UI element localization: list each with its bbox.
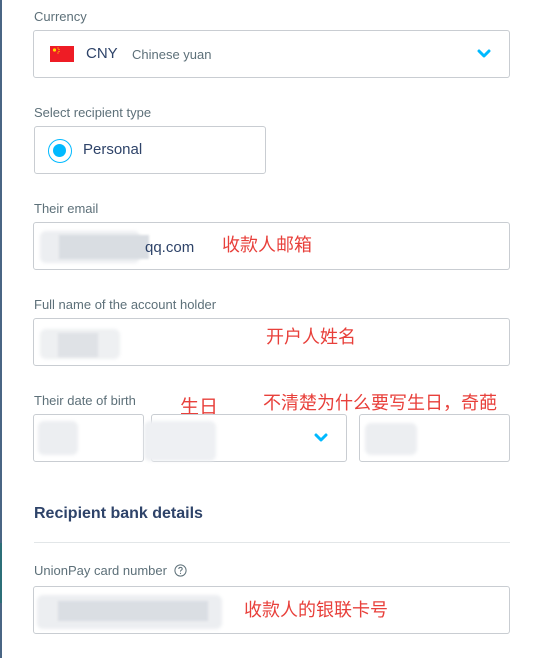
email-label: Their email [34,201,99,216]
redacted-card-blur-core [58,601,208,621]
currency-name: Chinese yuan [132,47,212,62]
left-edge-strip [0,0,2,658]
dob-annotation-long: 不清楚为什么要写生日，奇葩 [263,393,497,414]
dob-label: Their date of birth [34,393,136,408]
redacted-day-blur [38,421,78,455]
redacted-name-blur-core [58,333,98,357]
card-number-label: UnionPay card number [34,563,187,578]
full-name-label: Full name of the account holder [34,297,217,312]
section-divider [34,542,510,543]
help-circle-icon[interactable] [173,564,187,577]
recipient-type-label: Select recipient type [34,105,152,120]
recipient-type-personal-option[interactable]: Personal [34,126,266,174]
card-number-annotation: 收款人的银联卡号 [244,600,388,621]
china-flag-icon [50,46,74,62]
currency-select[interactable]: CNY Chinese yuan [33,30,510,78]
dob-year-input[interactable] [359,414,510,462]
redacted-year-blur [365,423,417,455]
card-number-label-text: UnionPay card number [34,563,167,578]
full-name-annotation: 开户人姓名 [266,327,356,348]
email-value-visible: qq.com [145,239,195,256]
redacted-email-blur-core [59,235,149,259]
dob-month-select[interactable] [144,414,347,462]
currency-code: CNY [86,45,118,62]
chevron-down-icon[interactable] [477,49,491,59]
redacted-month-blur [144,421,216,461]
email-annotation: 收款人邮箱 [222,235,312,256]
recipient-type-personal-label: Personal [83,141,143,158]
chevron-down-icon[interactable] [314,433,328,443]
radio-button-selected[interactable] [48,139,72,163]
currency-label: Currency [34,9,87,24]
section-title-bank-details: Recipient bank details [34,505,203,522]
left-edge-highlight [0,543,2,603]
dob-day-input[interactable] [33,414,144,462]
